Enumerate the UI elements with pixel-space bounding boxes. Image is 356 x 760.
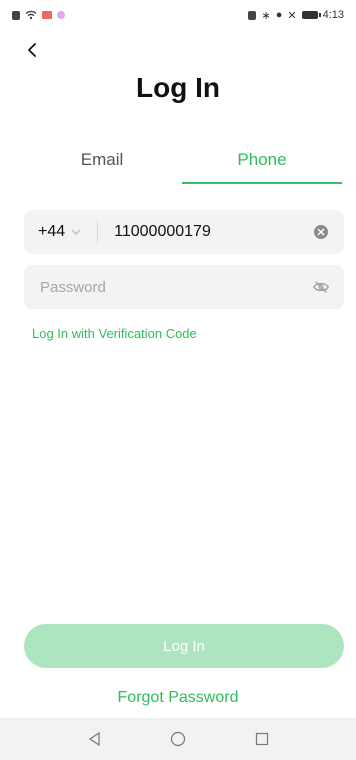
notification-icon bbox=[12, 10, 20, 20]
phone-input-row: +44 11000000179 bbox=[24, 210, 344, 254]
location-icon: ● bbox=[275, 9, 283, 21]
clear-phone-button[interactable] bbox=[312, 223, 330, 241]
password-input[interactable] bbox=[38, 277, 312, 297]
back-button[interactable] bbox=[20, 38, 44, 62]
country-code-selector[interactable]: +44 bbox=[38, 223, 81, 241]
status-left-icons bbox=[12, 10, 65, 20]
login-method-tabs: Email Phone bbox=[22, 140, 342, 186]
system-navigation-bar bbox=[0, 718, 356, 760]
chevron-down-icon bbox=[71, 229, 81, 235]
nfc-icon bbox=[248, 10, 257, 20]
field-divider bbox=[97, 221, 99, 243]
status-right-icons: ∗ ● ✕ 4:13 bbox=[248, 9, 344, 22]
forgot-password-link[interactable]: Forgot Password bbox=[0, 689, 356, 707]
status-bar: ∗ ● ✕ 4:13 bbox=[0, 0, 356, 30]
app-icon bbox=[57, 11, 65, 19]
nav-home-button[interactable] bbox=[168, 729, 188, 749]
triangle-back-icon bbox=[88, 731, 100, 747]
wifi-icon bbox=[25, 10, 37, 20]
circle-home-icon bbox=[170, 731, 186, 747]
nav-back-button[interactable] bbox=[84, 729, 104, 749]
login-button[interactable]: Log In bbox=[24, 624, 344, 668]
mail-icon bbox=[42, 11, 52, 19]
country-code: +44 bbox=[38, 223, 66, 240]
password-input-row bbox=[24, 265, 344, 309]
battery-icon bbox=[301, 11, 321, 19]
nav-recents-button[interactable] bbox=[252, 729, 272, 749]
status-time: 4:13 bbox=[322, 9, 344, 21]
page-title: Log In bbox=[136, 72, 220, 103]
eye-off-icon bbox=[313, 281, 329, 293]
square-recents-icon bbox=[255, 732, 269, 746]
tab-email[interactable]: Email bbox=[22, 140, 182, 186]
bluetooth-icon: ∗ bbox=[261, 9, 271, 22]
mute-icon: ✕ bbox=[287, 9, 297, 22]
clear-circle-icon bbox=[314, 225, 328, 239]
phone-number-input[interactable]: 11000000179 bbox=[114, 223, 312, 241]
toggle-password-visibility[interactable] bbox=[312, 278, 330, 296]
chevron-left-icon bbox=[28, 43, 36, 57]
tab-phone[interactable]: Phone bbox=[182, 140, 342, 186]
verification-code-link[interactable]: Log In with Verification Code bbox=[32, 326, 197, 341]
